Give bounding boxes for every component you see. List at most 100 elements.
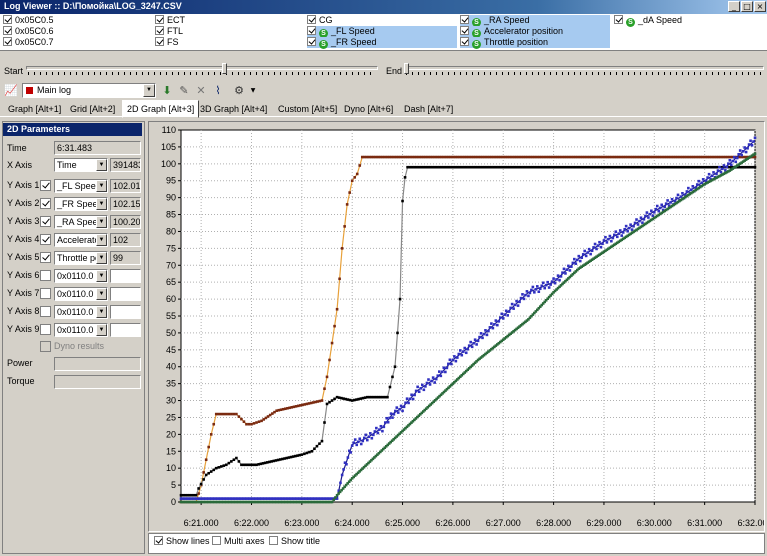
channel-item[interactable]: FTL [155, 26, 305, 37]
channel-checkbox[interactable] [614, 15, 623, 24]
settings-icon[interactable]: ⚙ [232, 84, 246, 97]
series-point [660, 203, 664, 207]
start-slider-thumb[interactable] [222, 63, 227, 74]
channel-item[interactable]: S _FL Speed [307, 26, 457, 38]
channel-item[interactable]: S Accelerator position [460, 26, 610, 38]
maximize-button[interactable]: □ [741, 1, 753, 12]
channel-checkbox[interactable] [3, 15, 12, 24]
chevron-down-icon[interactable]: ▼ [96, 159, 107, 171]
channel-checkbox[interactable] [460, 15, 469, 24]
channel-checkbox[interactable] [460, 26, 469, 35]
option-checkbox[interactable] [154, 536, 163, 545]
series-point [734, 160, 738, 164]
chevron-down-icon[interactable]: ▼ [96, 252, 107, 264]
tab-item[interactable]: Graph [Alt+1] [4, 102, 65, 116]
tab-item[interactable]: 3D Graph [Alt+4] [196, 102, 271, 116]
start-slider-track[interactable] [26, 66, 378, 70]
yaxis-select[interactable]: 0x0110.0 ▼ [54, 323, 108, 337]
yaxis-checkbox[interactable] [40, 198, 51, 209]
channel-checkbox[interactable] [3, 37, 12, 46]
series-point [648, 212, 652, 216]
channel-item[interactable]: 0x05C0.7 [3, 37, 153, 48]
channel-item[interactable]: FS [155, 37, 305, 48]
series-point [726, 155, 730, 159]
channel-checkbox[interactable] [307, 26, 316, 35]
tab-item[interactable]: Custom [Alt+5] [274, 102, 341, 116]
channel-item[interactable]: 0x05C0.5 [3, 15, 153, 26]
option-item[interactable]: Show lines [154, 536, 210, 547]
chevron-down-icon[interactable]: ▼ [96, 198, 107, 210]
chevron-down-icon[interactable]: ▼ [96, 216, 107, 228]
chevron-down-icon[interactable]: ▼ [96, 180, 107, 192]
tab-item[interactable]: 2D Graph [Alt+3] [122, 100, 200, 118]
yaxis-select[interactable]: 0x0110.0 ▼ [54, 305, 108, 319]
xaxis-select[interactable]: Time ▼ [54, 158, 108, 172]
yaxis-checkbox[interactable] [40, 252, 51, 263]
channel-item[interactable]: 0x05C0.6 [3, 26, 153, 37]
channel-item[interactable]: S _FR Speed [307, 37, 457, 49]
series-point [740, 165, 743, 169]
yaxis-checkbox[interactable] [40, 180, 51, 191]
yaxis-select[interactable]: _FR Speed ▼ [54, 197, 108, 211]
channel-checkbox[interactable] [3, 26, 12, 35]
channel-item[interactable]: S _dA Speed [614, 15, 764, 27]
series-point [644, 165, 648, 169]
chevron-down-icon[interactable]: ▼ [96, 270, 107, 282]
yaxis-label: Y Axis 7 [7, 288, 40, 298]
chevron-down-icon[interactable]: ▼ [96, 234, 107, 246]
end-slider-track[interactable] [404, 66, 764, 70]
series-point [436, 374, 440, 377]
series-point [456, 165, 459, 169]
chart-icon[interactable]: 📈 [4, 84, 18, 97]
log-select[interactable]: Main log ▼ [22, 83, 156, 98]
y-tick-label: 25 [166, 412, 176, 422]
channel-checkbox[interactable] [460, 37, 469, 46]
channel-checkbox[interactable] [155, 26, 164, 35]
chevron-down-icon[interactable]: ▼ [96, 306, 107, 318]
series-point [621, 231, 625, 234]
end-slider-thumb[interactable] [404, 63, 409, 74]
yaxis-select[interactable]: Throttle po ▼ [54, 251, 108, 265]
channel-checkbox[interactable] [155, 37, 164, 46]
series-point [597, 165, 600, 169]
option-checkbox[interactable] [269, 536, 278, 545]
yaxis-select[interactable]: 0x0110.0 ▼ [54, 269, 108, 283]
yaxis-select[interactable]: 0x0110.0 ▼ [54, 287, 108, 301]
settings-dropdown-icon[interactable]: ▼ [246, 84, 260, 97]
series-point [744, 165, 748, 169]
yaxis-checkbox[interactable] [40, 216, 51, 227]
channel-item[interactable]: S _RA Speed [460, 15, 610, 27]
option-item[interactable]: Multi axes [212, 536, 265, 547]
chevron-down-icon[interactable]: ▼ [143, 84, 155, 97]
option-item[interactable]: Show title [269, 536, 320, 547]
yaxis-select[interactable]: _RA Speed ▼ [54, 215, 108, 229]
chevron-down-icon[interactable]: ▼ [96, 288, 107, 300]
close-button[interactable]: × [754, 1, 766, 12]
series-point [345, 462, 348, 466]
channel-item[interactable]: ECT [155, 15, 305, 26]
yaxis-checkbox[interactable] [40, 270, 51, 281]
option-checkbox[interactable] [212, 536, 221, 545]
yaxis-checkbox[interactable] [40, 306, 51, 317]
channel-checkbox[interactable] [307, 37, 316, 46]
tab-item[interactable]: Dash [Alt+7] [400, 102, 457, 116]
yaxis-select[interactable]: Accelerator ▼ [54, 233, 108, 247]
graph-icon[interactable]: ⌇ [211, 84, 225, 97]
yaxis-select[interactable]: _FL Speed ▼ [54, 179, 108, 193]
series-point [388, 416, 391, 420]
channel-item[interactable]: CG [307, 15, 457, 26]
tab-item[interactable]: Dyno [Alt+6] [340, 102, 397, 116]
download-icon[interactable]: ⬇ [160, 84, 174, 97]
edit-icon[interactable]: ✎ [177, 84, 191, 97]
chevron-down-icon[interactable]: ▼ [96, 324, 107, 336]
minimize-button[interactable]: _ [728, 1, 740, 12]
yaxis-checkbox[interactable] [40, 324, 51, 335]
delete-icon[interactable]: ✕ [194, 84, 208, 97]
channel-item[interactable]: S Throttle position [460, 37, 610, 49]
yaxis-checkbox[interactable] [40, 288, 51, 299]
yaxis-checkbox[interactable] [40, 234, 51, 245]
tab-item[interactable]: Grid [Alt+2] [66, 102, 119, 116]
yaxis-label: Y Axis 3 [7, 216, 40, 226]
channel-checkbox[interactable] [307, 15, 316, 24]
channel-checkbox[interactable] [155, 15, 164, 24]
